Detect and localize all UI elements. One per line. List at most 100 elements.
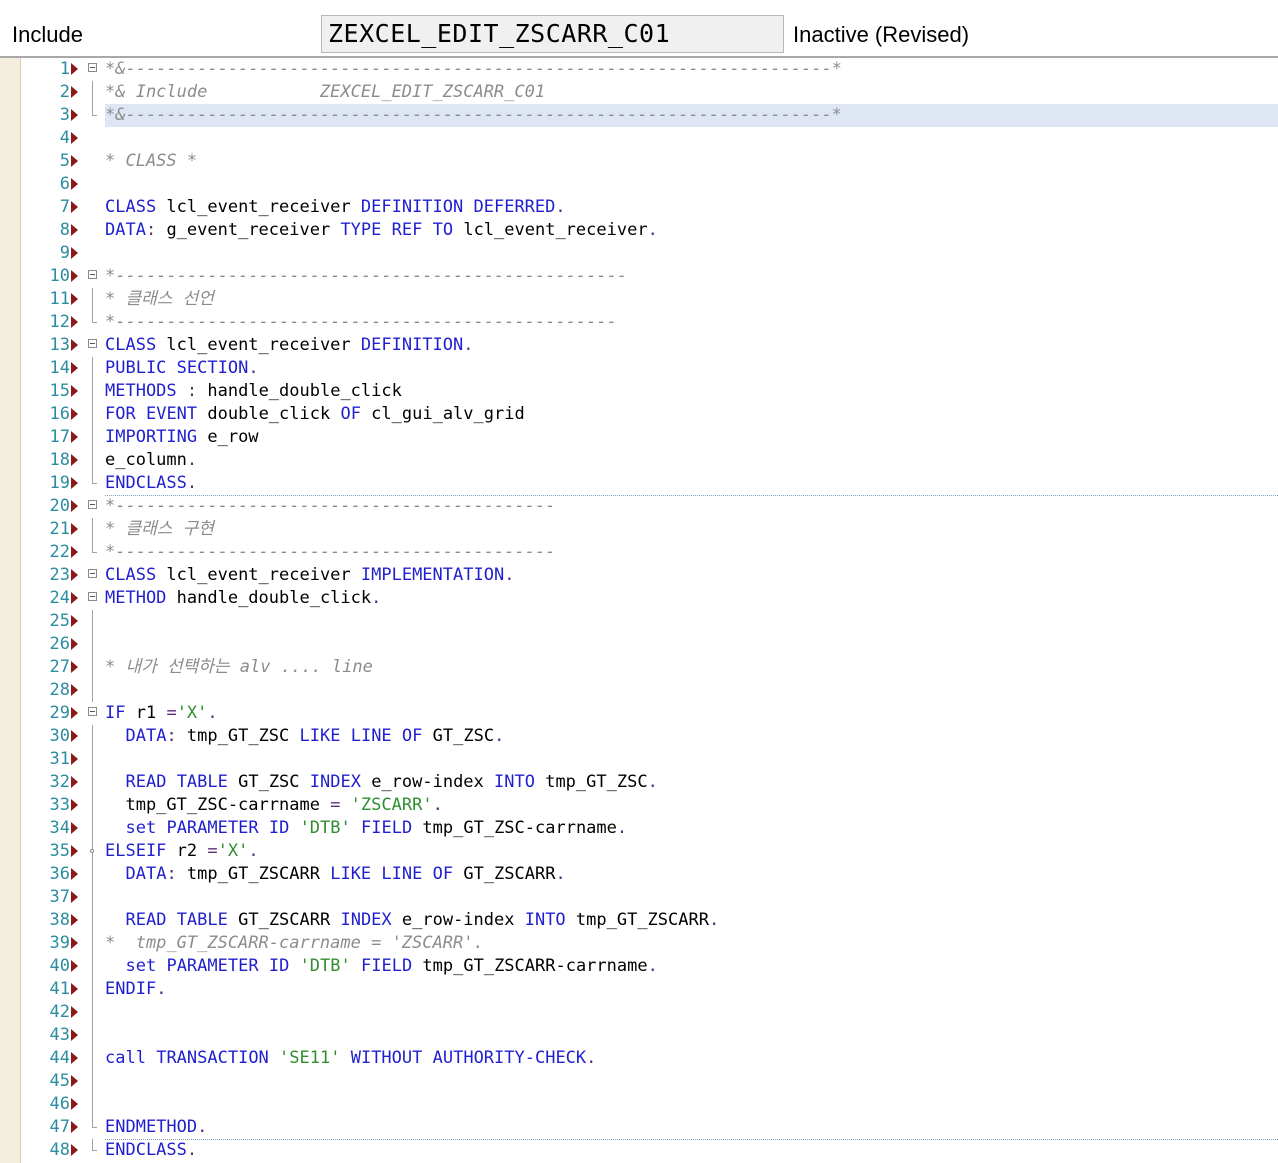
code-line[interactable]: 38 READ TABLE GT_ZSCARR INDEX e_row-inde… — [22, 909, 1278, 932]
code-line[interactable]: 39 * tmp_GT_ZSCARR-carrname = 'ZSCARR'. — [22, 932, 1278, 955]
collapse-icon[interactable] — [88, 63, 97, 72]
code-line[interactable]: 11 * 클래스 선언 — [22, 288, 1278, 311]
code-line[interactable]: 2 *& Include ZEXCEL_EDIT_ZSCARR_C01 — [22, 81, 1278, 104]
code-text[interactable] — [105, 886, 1278, 909]
collapse-icon[interactable] — [88, 270, 97, 279]
code-line[interactable]: 4 — [22, 127, 1278, 150]
code-text[interactable]: ENDCLASS. — [105, 1139, 1278, 1162]
code-text[interactable]: PUBLIC SECTION. — [105, 357, 1278, 380]
code-text[interactable] — [105, 679, 1278, 702]
code-text[interactable]: * 클래스 선언 — [105, 288, 1278, 311]
abap-code-editor[interactable]: 1 *&-------------------------------------… — [0, 58, 1278, 1163]
code-text[interactable]: FOR EVENT double_click OF cl_gui_alv_gri… — [105, 403, 1278, 426]
code-line[interactable]: 23 CLASS lcl_event_receiver IMPLEMENTATIO… — [22, 564, 1278, 587]
code-text[interactable]: e_column. — [105, 449, 1278, 472]
code-text[interactable]: CLASS lcl_event_receiver IMPLEMENTATION. — [105, 564, 1278, 587]
code-line[interactable]: 22 *-------------------------------------… — [22, 541, 1278, 564]
code-line[interactable]: 29 IF r1 ='X'. — [22, 702, 1278, 725]
code-line[interactable]: 37 — [22, 886, 1278, 909]
code-line[interactable]: 12 *-------------------------------------… — [22, 311, 1278, 334]
collapse-icon[interactable] — [88, 592, 97, 601]
code-line[interactable]: 19 ENDCLASS. — [22, 472, 1278, 496]
code-line[interactable]: 26 — [22, 633, 1278, 656]
code-line[interactable]: 24 METHOD handle_double_click. — [22, 587, 1278, 610]
code-line[interactable]: 30 DATA: tmp_GT_ZSC LIKE LINE OF GT_ZSC. — [22, 725, 1278, 748]
code-line[interactable]: 1 *&-------------------------------------… — [22, 58, 1278, 81]
code-line[interactable]: 46 — [22, 1093, 1278, 1116]
code-text[interactable] — [105, 1001, 1278, 1024]
code-text[interactable] — [105, 633, 1278, 656]
code-line[interactable]: 48 ENDCLASS. — [22, 1139, 1278, 1162]
code-line[interactable]: 15 METHODS : handle_double_click — [22, 380, 1278, 403]
code-line[interactable]: 43 — [22, 1024, 1278, 1047]
code-text[interactable] — [105, 748, 1278, 771]
code-text[interactable]: DATA: tmp_GT_ZSC LIKE LINE OF GT_ZSC. — [105, 725, 1278, 748]
code-text[interactable]: *---------------------------------------… — [105, 265, 1278, 288]
code-text[interactable]: METHOD handle_double_click. — [105, 587, 1278, 610]
code-text[interactable] — [105, 127, 1278, 150]
code-text[interactable]: * CLASS * — [105, 150, 1278, 173]
code-line[interactable]: 16 FOR EVENT double_click OF cl_gui_alv_g… — [22, 403, 1278, 426]
code-line[interactable]: 3 *&-------------------------------------… — [22, 104, 1278, 127]
code-text[interactable]: DATA: g_event_receiver TYPE REF TO lcl_e… — [105, 219, 1278, 242]
code-text[interactable]: * tmp_GT_ZSCARR-carrname = 'ZSCARR'. — [105, 932, 1278, 955]
collapse-icon[interactable] — [88, 707, 97, 716]
code-line[interactable]: 33 tmp_GT_ZSC-carrname = 'ZSCARR'. — [22, 794, 1278, 817]
code-text[interactable]: ENDIF. — [105, 978, 1278, 1001]
code-text[interactable] — [105, 1093, 1278, 1116]
code-text[interactable] — [105, 1070, 1278, 1093]
code-text[interactable] — [105, 173, 1278, 196]
code-text[interactable]: CLASS lcl_event_receiver DEFINITION. — [105, 334, 1278, 357]
code-line[interactable]: 35 ELSEIF r2 ='X'. — [22, 840, 1278, 863]
code-line[interactable]: 45 — [22, 1070, 1278, 1093]
code-line[interactable]: 13 CLASS lcl_event_receiver DEFINITION. — [22, 334, 1278, 357]
code-text[interactable] — [105, 242, 1278, 265]
code-text[interactable]: *---------------------------------------… — [105, 541, 1278, 564]
code-text[interactable]: set PARAMETER ID 'DTB' FIELD tmp_GT_ZSCA… — [105, 955, 1278, 978]
code-text[interactable]: CLASS lcl_event_receiver DEFINITION DEFE… — [105, 196, 1278, 219]
code-line[interactable]: 40 set PARAMETER ID 'DTB' FIELD tmp_GT_Z… — [22, 955, 1278, 978]
code-text[interactable]: call TRANSACTION 'SE11' WITHOUT AUTHORIT… — [105, 1047, 1278, 1070]
code-text[interactable]: * 클래스 구현 — [105, 518, 1278, 541]
code-line[interactable]: 42 — [22, 1001, 1278, 1024]
code-text[interactable]: *---------------------------------------… — [105, 311, 1278, 334]
code-line[interactable]: 41 ENDIF. — [22, 978, 1278, 1001]
code-text[interactable]: IMPORTING e_row — [105, 426, 1278, 449]
collapse-icon[interactable] — [88, 569, 97, 578]
collapse-icon[interactable] — [88, 500, 97, 509]
code-line[interactable]: 32 READ TABLE GT_ZSC INDEX e_row-index I… — [22, 771, 1278, 794]
code-text[interactable]: ENDMETHOD. — [105, 1116, 1278, 1140]
code-text[interactable] — [105, 1024, 1278, 1047]
code-line[interactable]: 44 call TRANSACTION 'SE11' WITHOUT AUTHOR… — [22, 1047, 1278, 1070]
code-text[interactable] — [105, 610, 1278, 633]
code-line[interactable]: 28 — [22, 679, 1278, 702]
code-line[interactable]: 21 * 클래스 구현 — [22, 518, 1278, 541]
code-line[interactable]: 47 ENDMETHOD. — [22, 1116, 1278, 1140]
code-line[interactable]: 8 DATA: g_event_receiver TYPE REF TO lcl_… — [22, 219, 1278, 242]
code-line[interactable]: 14 PUBLIC SECTION. — [22, 357, 1278, 380]
code-text[interactable]: ENDCLASS. — [105, 472, 1278, 496]
program-name-field[interactable]: ZEXCEL_EDIT_ZSCARR_C01 — [321, 15, 784, 53]
code-line[interactable]: 9 — [22, 242, 1278, 265]
code-line[interactable]: 25 — [22, 610, 1278, 633]
code-text[interactable]: *&--------------------------------------… — [105, 58, 1278, 81]
code-text[interactable]: ELSEIF r2 ='X'. — [105, 840, 1278, 863]
code-text[interactable]: *---------------------------------------… — [105, 495, 1278, 518]
code-line[interactable]: 6 — [22, 173, 1278, 196]
editor-gutter[interactable] — [0, 58, 21, 1163]
code-text[interactable]: READ TABLE GT_ZSC INDEX e_row-index INTO… — [105, 771, 1278, 794]
code-line[interactable]: 10 *-------------------------------------… — [22, 265, 1278, 288]
code-line[interactable]: 20 *-------------------------------------… — [22, 495, 1278, 518]
code-text[interactable]: tmp_GT_ZSC-carrname = 'ZSCARR'. — [105, 794, 1278, 817]
code-text[interactable]: METHODS : handle_double_click — [105, 380, 1278, 403]
code-text[interactable]: *& Include ZEXCEL_EDIT_ZSCARR_C01 — [105, 81, 1278, 104]
code-text[interactable]: IF r1 ='X'. — [105, 702, 1278, 725]
code-text[interactable]: set PARAMETER ID 'DTB' FIELD tmp_GT_ZSC-… — [105, 817, 1278, 840]
code-line[interactable]: 27 * 내가 선택하는 alv .... line — [22, 656, 1278, 679]
code-line[interactable]: 17 IMPORTING e_row — [22, 426, 1278, 449]
code-text[interactable]: * 내가 선택하는 alv .... line — [105, 656, 1278, 679]
code-text[interactable]: *&--------------------------------------… — [105, 104, 1278, 127]
code-line[interactable]: 18 e_column. — [22, 449, 1278, 472]
code-line[interactable]: 34 set PARAMETER ID 'DTB' FIELD tmp_GT_Z… — [22, 817, 1278, 840]
code-text[interactable]: READ TABLE GT_ZSCARR INDEX e_row-index I… — [105, 909, 1278, 932]
